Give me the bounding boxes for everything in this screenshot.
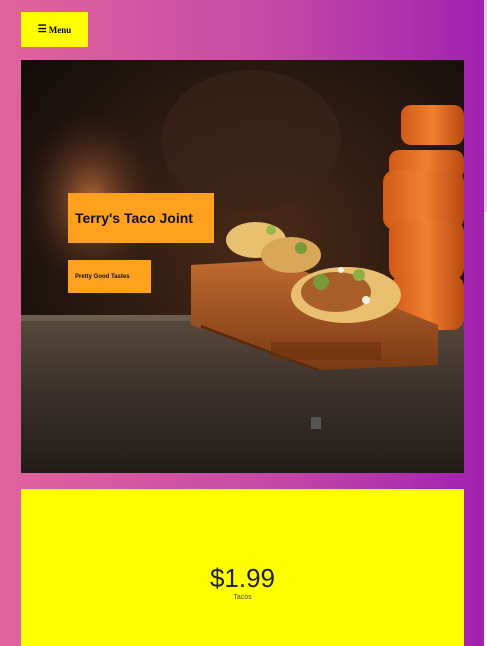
product-card[interactable]: $1.99 Tacos (21, 489, 464, 646)
hero-tagline: Pretty Good Tastes (68, 260, 151, 293)
hero-banner: Terry's Taco Joint Pretty Good Tastes (21, 60, 464, 473)
hamburger-icon: ☰ (37, 24, 47, 35)
product-label: Tacos (233, 594, 252, 601)
product-price: $1.99 (209, 563, 276, 593)
menu-button-label: Menu (48, 24, 72, 35)
menu-button[interactable]: ☰ Menu (21, 12, 88, 47)
hero-title: Terry's Taco Joint (68, 193, 214, 243)
